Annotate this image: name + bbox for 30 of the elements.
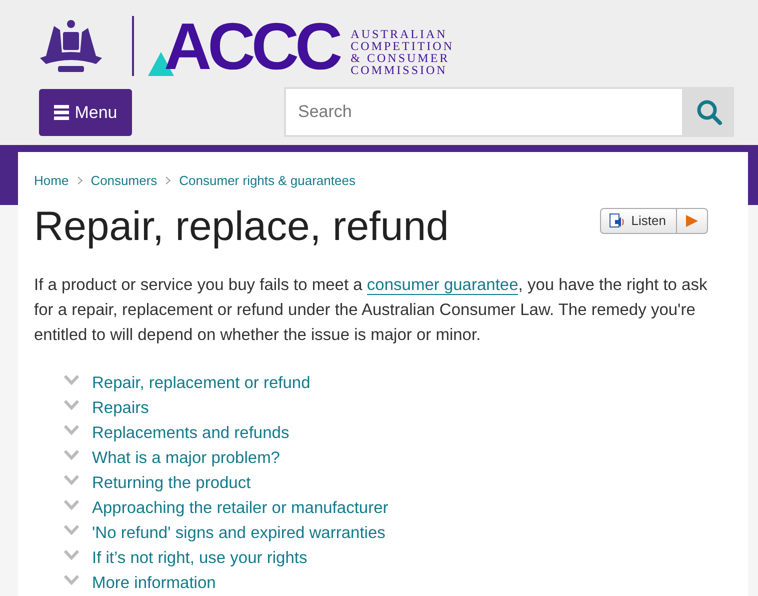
section-toggle-link[interactable]: Replacements and refunds: [92, 420, 290, 446]
chevron-right-icon: [165, 176, 172, 186]
breadcrumb-link[interactable]: Consumer rights & guarantees: [179, 171, 356, 190]
breadcrumb-link[interactable]: Home: [34, 171, 69, 190]
section-toggle-link[interactable]: If it’s not right, use your rights: [92, 546, 308, 570]
search-icon: [696, 99, 722, 125]
menu-icon: [54, 105, 69, 120]
listen-button[interactable]: Listen: [600, 208, 708, 234]
chevron-right-icon: [76, 176, 83, 186]
consumer-guarantee-link[interactable]: consumer guarantee: [366, 276, 518, 294]
page-title: Repair, replace, refund: [34, 202, 449, 250]
agency-name-line: COMMISSION: [350, 64, 448, 76]
section-toggle-link[interactable]: Repair, replacement or refund: [92, 370, 310, 396]
section-toggle-link[interactable]: 'No refund' signs and expired warranties: [92, 520, 386, 546]
agency-name-line: & CONSUMER: [350, 52, 451, 64]
section-toggle-link[interactable]: Approaching the retailer or manufacturer: [92, 496, 388, 520]
menu-button[interactable]: Menu: [39, 89, 132, 136]
play-icon: [686, 214, 698, 226]
search-field[interactable]: Search: [284, 87, 684, 137]
speaker-icon: [609, 212, 626, 228]
section-toggle-link[interactable]: Returning the product: [92, 470, 251, 496]
agency-name-line: COMPETITION: [350, 40, 454, 52]
search-button[interactable]: [684, 87, 734, 137]
section-toggle-link[interactable]: What is a major problem?: [92, 446, 280, 470]
section-toggle-link[interactable]: More information: [92, 570, 216, 596]
agency-name-line: AUSTRALIAN: [350, 28, 448, 40]
section-toggle-link[interactable]: Repairs: [92, 396, 149, 420]
logo-text: ACCC: [164, 16, 339, 76]
breadcrumb-link[interactable]: Consumers: [90, 171, 158, 190]
intro-paragraph: If a product or service you buy fails to meet a consumer guarantee, you have the right to ask for a repair, replacement or refund under the Australian Consumer Law. The remedy you're entitled to will depend on whether the issue is major or minor.: [34, 274, 708, 346]
